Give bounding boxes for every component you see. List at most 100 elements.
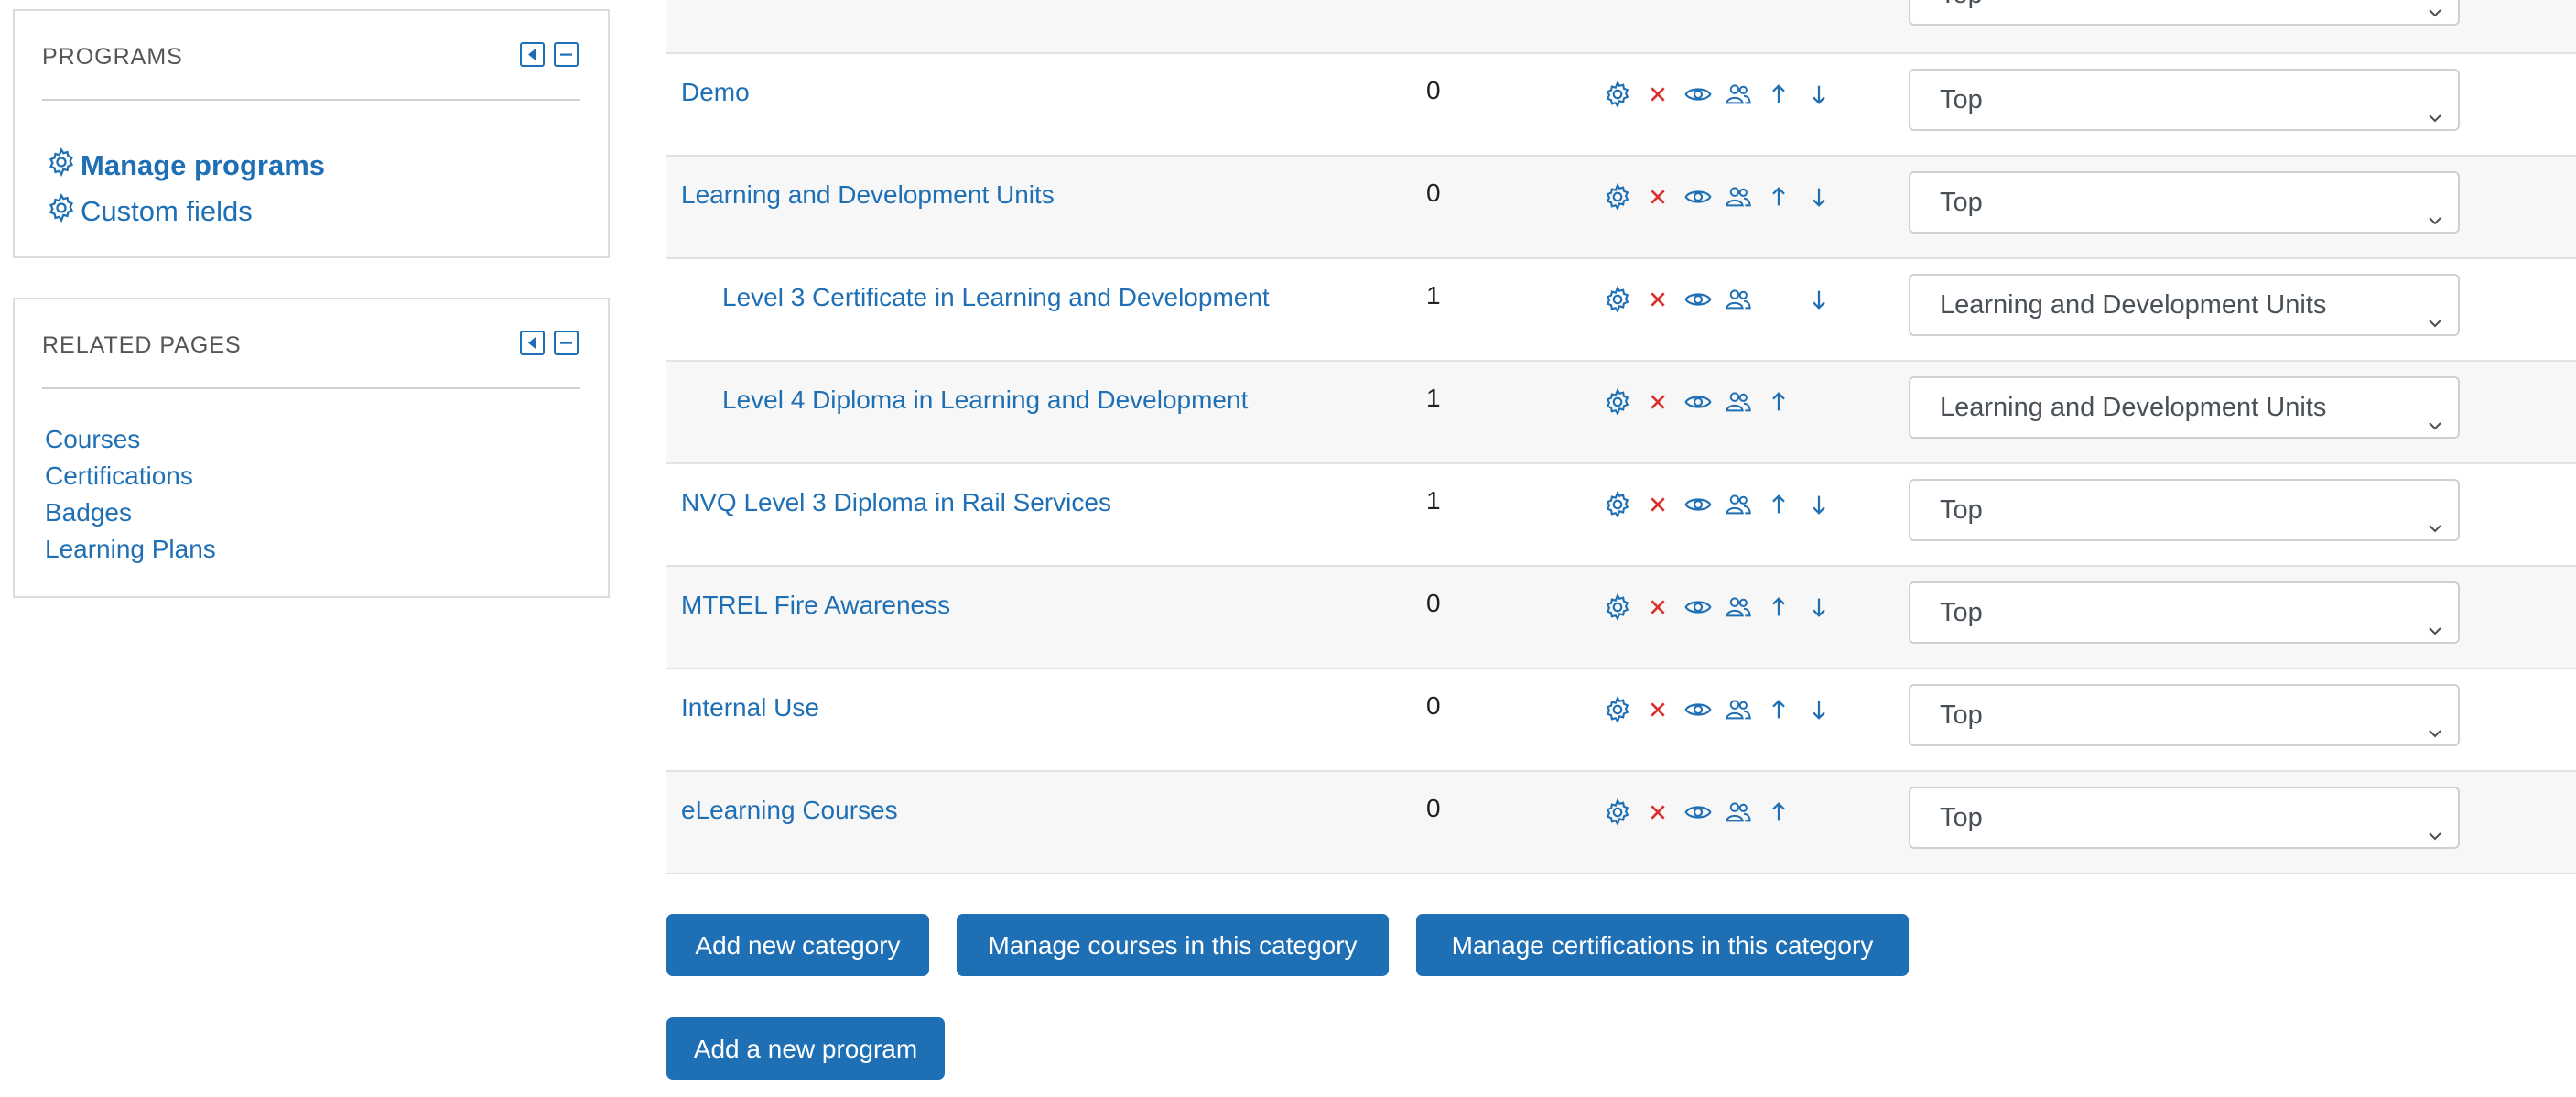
gear-icon[interactable] xyxy=(1603,695,1632,724)
table-row: Top xyxy=(666,0,2576,54)
chevron-down-icon xyxy=(2425,296,2445,334)
arrow-down-icon[interactable] xyxy=(1804,182,1834,212)
category-count: 1 xyxy=(1426,486,1441,515)
gear-icon xyxy=(46,192,77,231)
eye-icon[interactable] xyxy=(1683,695,1713,724)
collapse-block-icon[interactable] xyxy=(554,331,579,355)
eye-icon[interactable] xyxy=(1683,182,1713,212)
related-block-controls xyxy=(520,331,579,355)
related-link-learning-plans[interactable]: Learning Plans xyxy=(45,531,216,568)
manage-courses-button[interactable]: Manage courses in this category xyxy=(957,914,1389,976)
parent-select-value: Top xyxy=(1940,803,1983,832)
chevron-down-icon xyxy=(2425,91,2445,129)
parent-category-select[interactable]: Learning and Development Units xyxy=(1909,274,2460,336)
add-category-button[interactable]: Add new category xyxy=(666,914,929,976)
eye-icon[interactable] xyxy=(1683,387,1713,417)
delete-icon[interactable] xyxy=(1643,387,1672,417)
category-name-link[interactable]: Internal Use xyxy=(681,693,819,722)
gear-icon[interactable] xyxy=(1603,798,1632,827)
related-link-certifications[interactable]: Certifications xyxy=(45,458,216,494)
gear-icon[interactable] xyxy=(1603,80,1632,109)
eye-icon[interactable] xyxy=(1683,80,1713,109)
delete-icon[interactable] xyxy=(1643,182,1672,212)
users-icon[interactable] xyxy=(1724,182,1753,212)
parent-category-select[interactable]: Top xyxy=(1909,479,2460,541)
arrow-up-icon[interactable] xyxy=(1764,695,1793,724)
category-rows: Demo 0 Top Learning and Development Units 0 T… xyxy=(666,54,2576,874)
arrow-down-icon[interactable] xyxy=(1804,695,1834,724)
chevron-down-icon xyxy=(2425,193,2445,232)
parent-category-select[interactable]: Top xyxy=(1909,69,2460,131)
category-table: Top Demo 0 Top Learning and Development Uni… xyxy=(666,0,2576,874)
parent-category-select[interactable]: Top xyxy=(1909,581,2460,644)
category-name-link[interactable]: Level 4 Diploma in Learning and Developm… xyxy=(722,386,1248,415)
gear-icon[interactable] xyxy=(1603,285,1632,314)
users-icon[interactable] xyxy=(1724,592,1753,622)
parent-select-value: Top xyxy=(1940,701,1983,730)
parent-category-select[interactable]: Top xyxy=(1909,0,2460,26)
category-name-link[interactable]: Demo xyxy=(681,78,750,107)
eye-icon[interactable] xyxy=(1683,798,1713,827)
manage-programs-link[interactable]: Manage programs xyxy=(46,143,325,189)
delete-icon[interactable] xyxy=(1643,695,1672,724)
arrow-up-icon[interactable] xyxy=(1764,592,1793,622)
users-icon[interactable] xyxy=(1724,80,1753,109)
category-count: 0 xyxy=(1426,691,1441,720)
chevron-down-icon xyxy=(2425,398,2445,437)
users-icon[interactable] xyxy=(1724,387,1753,417)
table-row: Internal Use 0 Top xyxy=(666,669,2576,772)
parent-category-select[interactable]: Learning and Development Units xyxy=(1909,376,2460,439)
category-name-link[interactable]: NVQ Level 3 Diploma in Rail Services xyxy=(681,488,1111,517)
related-link-badges[interactable]: Badges xyxy=(45,494,216,531)
users-icon[interactable] xyxy=(1724,695,1753,724)
dock-block-icon[interactable] xyxy=(520,331,545,355)
arrow-down-icon[interactable] xyxy=(1804,592,1834,622)
category-name-link[interactable]: MTREL Fire Awareness xyxy=(681,591,950,620)
chevron-down-icon xyxy=(2425,0,2445,24)
category-count: 0 xyxy=(1426,589,1441,617)
arrow-up-icon[interactable] xyxy=(1764,182,1793,212)
category-name-link[interactable]: eLearning Courses xyxy=(681,796,898,825)
gear-icon[interactable] xyxy=(1603,387,1632,417)
arrow-up-icon[interactable] xyxy=(1764,490,1793,519)
eye-icon[interactable] xyxy=(1683,592,1713,622)
eye-icon[interactable] xyxy=(1683,490,1713,519)
arrow-down-icon[interactable] xyxy=(1804,490,1834,519)
table-row: NVQ Level 3 Diploma in Rail Services 1 Top xyxy=(666,464,2576,567)
arrow-up-icon[interactable] xyxy=(1764,798,1793,827)
delete-icon[interactable] xyxy=(1643,285,1672,314)
gear-icon[interactable] xyxy=(1603,592,1632,622)
arrow-down-icon[interactable] xyxy=(1804,285,1834,314)
parent-category-select[interactable]: Top xyxy=(1909,684,2460,746)
delete-icon[interactable] xyxy=(1643,798,1672,827)
collapse-block-icon[interactable] xyxy=(554,42,579,67)
users-icon[interactable] xyxy=(1724,798,1753,827)
delete-icon[interactable] xyxy=(1643,80,1672,109)
users-icon[interactable] xyxy=(1724,490,1753,519)
category-name-link[interactable]: Learning and Development Units xyxy=(681,180,1055,210)
arrow-up-icon[interactable] xyxy=(1764,387,1793,417)
arrow-down-icon[interactable] xyxy=(1804,80,1834,109)
arrow-up-icon[interactable] xyxy=(1764,80,1793,109)
manage-certifications-button[interactable]: Manage certifications in this category xyxy=(1416,914,1909,976)
delete-icon[interactable] xyxy=(1643,490,1672,519)
users-icon[interactable] xyxy=(1724,285,1753,314)
custom-fields-link[interactable]: Custom fields xyxy=(46,189,325,234)
category-count: 0 xyxy=(1426,794,1441,822)
related-pages-block: RELATED PAGES Courses Certifications Bad… xyxy=(13,298,610,598)
parent-category-select[interactable]: Top xyxy=(1909,787,2460,849)
add-program-button[interactable]: Add a new program xyxy=(666,1017,945,1080)
category-count: 1 xyxy=(1426,281,1441,310)
gear-icon[interactable] xyxy=(1603,490,1632,519)
chevron-down-icon xyxy=(2425,706,2445,744)
category-count: 0 xyxy=(1426,76,1441,104)
parent-category-select[interactable]: Top xyxy=(1909,171,2460,234)
chevron-down-icon xyxy=(2425,809,2445,847)
dock-block-icon[interactable] xyxy=(520,42,545,67)
category-count: 1 xyxy=(1426,384,1441,412)
delete-icon[interactable] xyxy=(1643,592,1672,622)
gear-icon[interactable] xyxy=(1603,182,1632,212)
eye-icon[interactable] xyxy=(1683,285,1713,314)
category-name-link[interactable]: Level 3 Certificate in Learning and Deve… xyxy=(722,283,1270,312)
related-link-courses[interactable]: Courses xyxy=(45,421,216,458)
